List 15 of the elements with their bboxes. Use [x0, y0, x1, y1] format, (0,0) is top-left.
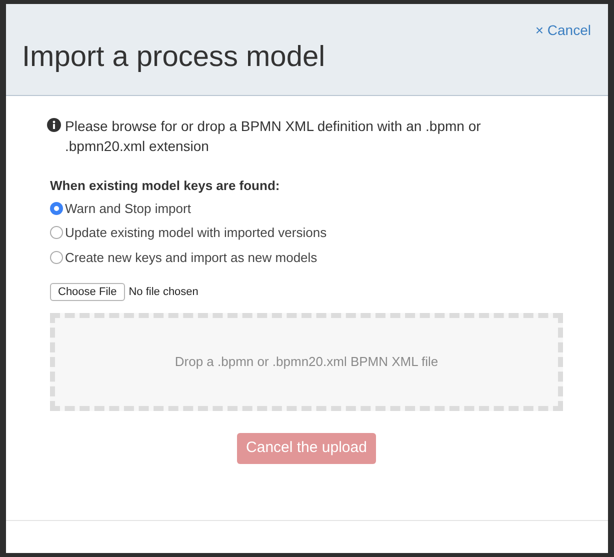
- radio-label: Warn and Stop import: [65, 200, 191, 218]
- choose-file-button[interactable]: Choose File: [50, 283, 125, 301]
- drop-zone[interactable]: Drop a .bpmn or .bpmn20.xml BPMN XML file: [50, 313, 563, 411]
- cancel-link[interactable]: × Cancel: [535, 20, 591, 41]
- info-text: Please browse for or drop a BPMN XML definition with an .bpmn or .bpmn20.xml extension: [65, 117, 482, 156]
- radio-label: Update existing model with imported versions: [65, 224, 327, 242]
- file-status: No file chosen: [128, 284, 198, 300]
- radio-button[interactable]: [50, 202, 63, 215]
- radio-label: Create new keys and import as new models: [65, 248, 318, 267]
- dialog-title: Import a process model: [22, 40, 326, 75]
- options-label: When existing model keys are found:: [50, 177, 281, 195]
- drop-zone-text: Drop a .bpmn or .bpmn20.xml BPMN XML file: [174, 353, 438, 372]
- radio-button[interactable]: [50, 226, 63, 240]
- radio-button[interactable]: [50, 250, 63, 264]
- info-icon: [47, 118, 61, 132]
